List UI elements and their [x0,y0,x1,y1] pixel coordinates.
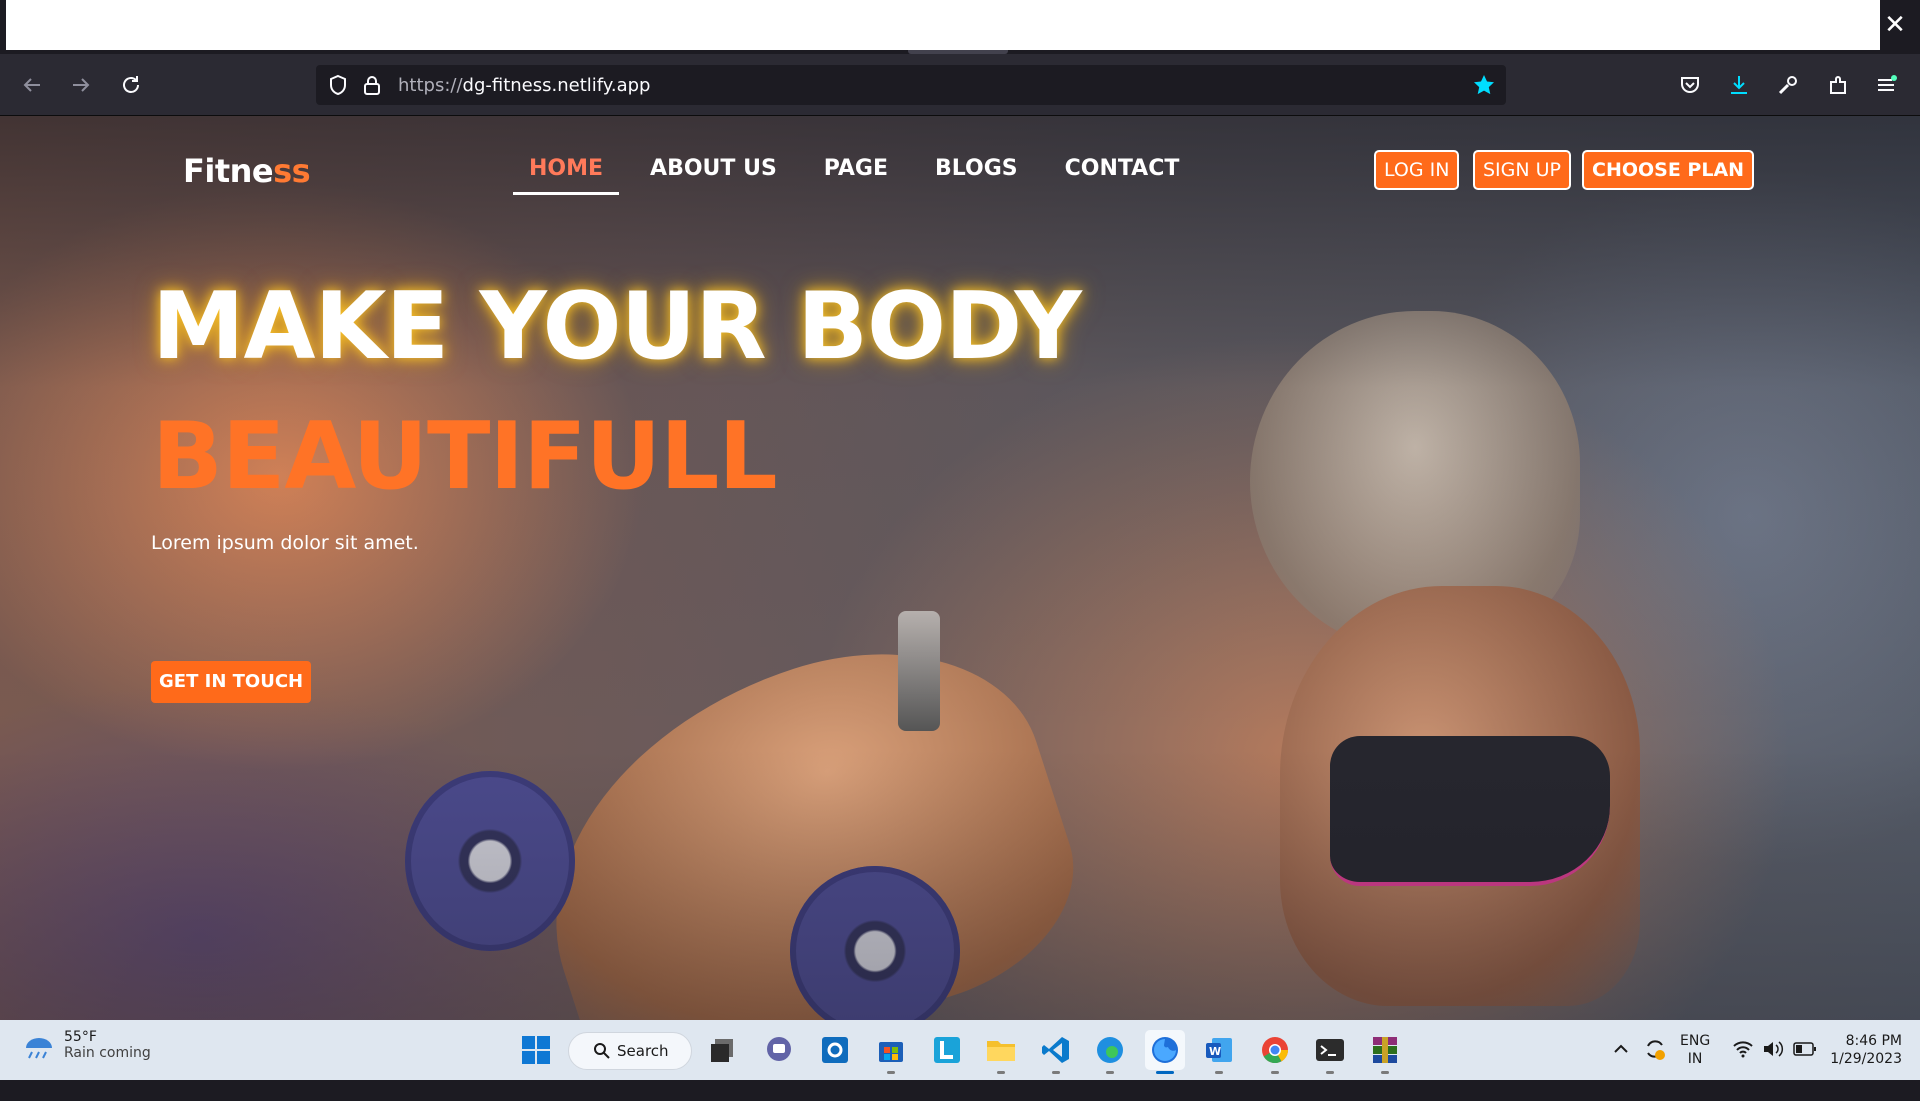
star-filled-icon[interactable] [1472,73,1496,97]
winrar-icon[interactable] [1365,1030,1405,1074]
hero-overlay [0,116,1920,1020]
nav-contact[interactable]: CONTACT [1049,151,1196,195]
choose-plan-button[interactable]: CHOOSE PLAN [1582,150,1755,190]
reload-button[interactable] [113,67,149,103]
download-icon[interactable] [1721,67,1757,103]
logo-main-text: Fitne [183,152,274,190]
microsoft-store-icon[interactable] [871,1030,911,1074]
wrench-icon[interactable] [1770,67,1806,103]
signup-button[interactable]: SIGN UP [1473,150,1572,190]
weather-widget[interactable]: 55°F Rain coming [22,1028,151,1062]
language-region: IN [1687,1051,1703,1067]
close-icon[interactable]: ✕ [1880,10,1910,40]
clock[interactable]: 8:46 PM 1/29/2023 [1830,1032,1902,1092]
login-button[interactable]: LOG IN [1374,150,1460,190]
word-icon[interactable]: W [1199,1030,1239,1074]
wifi-icon[interactable] [1732,1040,1754,1100]
rain-cloud-icon [26,1038,52,1059]
lock-icon[interactable] [360,73,384,97]
clock-time: 8:46 PM [1845,1033,1902,1049]
search-label: Search [617,1042,669,1060]
top-overlay-strip: ✕ [0,0,1920,54]
arrow-right-icon [73,78,90,92]
site-nav: HOME ABOUT US PAGE BLOGS CONTACT [513,151,1210,195]
arrow-left-icon [23,78,40,92]
clock-date: 1/29/2023 [1830,1051,1902,1067]
url-protocol: https:// [398,74,463,96]
logo-accent-text: ss [273,152,311,190]
windows-start-icon[interactable] [516,1030,556,1070]
pocket-icon[interactable] [1672,67,1708,103]
back-button[interactable] [14,67,50,103]
nav-about-us[interactable]: ABOUT US [634,151,793,195]
forward-button[interactable] [63,67,99,103]
extensions-icon[interactable] [1820,67,1856,103]
weather-temp: 55°F [64,1029,97,1045]
terminal-icon[interactable] [1310,1030,1350,1074]
taskbar-search[interactable]: Search [568,1032,692,1070]
get-in-touch-button[interactable]: GET IN TOUCH [151,661,312,703]
edge-icon[interactable] [1090,1030,1130,1074]
reload-icon [123,76,139,93]
vscode-icon[interactable] [1036,1030,1076,1074]
l-app-icon[interactable] [927,1030,967,1070]
shield-icon[interactable] [326,73,350,97]
chevron-up-icon[interactable] [1612,1040,1630,1100]
teams-chat-icon[interactable] [759,1030,799,1070]
chrome-icon[interactable] [1255,1030,1295,1074]
menu-icon[interactable] [1868,67,1904,103]
nav-home[interactable]: HOME [513,151,620,195]
weather-condition: Rain coming [64,1045,151,1061]
battery-icon[interactable] [1793,1041,1817,1101]
hero-section: Fitness HOME ABOUT US PAGE BLOGS CONTACT… [0,116,1920,1020]
nav-blogs[interactable]: BLOGS [919,151,1034,195]
task-view-icon[interactable] [703,1030,743,1070]
hero-headline-line2: BEAUTIFULL [152,402,778,510]
firefox-icon[interactable] [1145,1030,1185,1074]
url-bar[interactable]: https://dg-fitness.netlify.app [316,65,1506,105]
hero-subtitle: Lorem ipsum dolor sit amet. [151,532,419,554]
sync-icon[interactable] [1642,1036,1668,1096]
site-logo[interactable]: Fitness [183,152,311,190]
hero-headline-line1: MAKE YOUR BODY [152,272,1082,380]
search-icon [594,1043,610,1059]
language-code: ENG [1680,1033,1711,1049]
url-host: dg-fitness.netlify.app [462,74,651,96]
url-text[interactable]: https://dg-fitness.netlify.app [398,75,651,96]
white-overlay-bar [6,0,1880,50]
language-indicator[interactable]: ENG IN [1680,1032,1710,1092]
volume-icon[interactable] [1762,1040,1784,1100]
windows-taskbar: 55°F Rain coming Search W ENG IN 8:46 PM… [0,1020,1920,1080]
svg-text:W: W [1209,1045,1221,1058]
nav-page[interactable]: PAGE [808,151,904,195]
outlook-icon[interactable] [815,1030,855,1070]
browser-toolbar: https://dg-fitness.netlify.app [0,54,1920,116]
file-explorer-icon[interactable] [981,1030,1021,1074]
